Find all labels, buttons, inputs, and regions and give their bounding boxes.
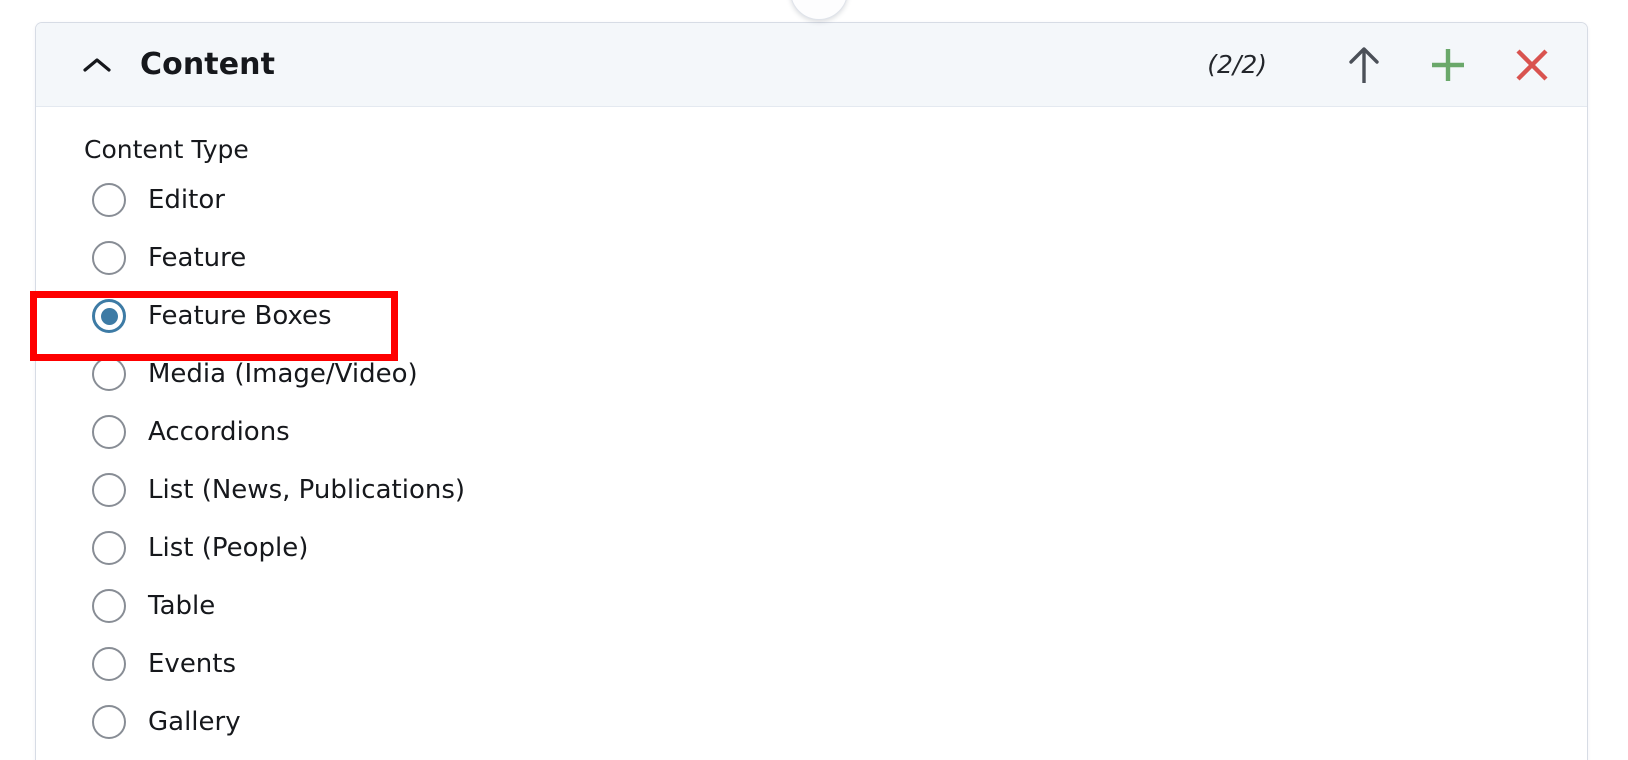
radio-option-label: Events bbox=[148, 649, 237, 679]
radio-icon bbox=[92, 589, 126, 623]
radio-option-media[interactable]: Media (Image/Video) bbox=[36, 345, 1587, 403]
radio-option-label: Feature Boxes bbox=[148, 301, 332, 331]
radio-option-label: List (News, Publications) bbox=[148, 475, 466, 505]
panel-title: Content bbox=[140, 47, 276, 82]
radio-option-label: List (People) bbox=[148, 533, 309, 563]
item-count-badge: (2/2) bbox=[1207, 50, 1267, 79]
plus-icon bbox=[1427, 44, 1469, 86]
screen-root: Content (2/2) Content Type Editor Featur… bbox=[0, 0, 1628, 760]
panel-header-actions: (2/2) bbox=[1207, 38, 1559, 92]
radio-option-events[interactable]: Events bbox=[36, 635, 1587, 693]
panel-header: Content (2/2) bbox=[36, 23, 1587, 107]
chevron-up-icon[interactable] bbox=[82, 50, 112, 80]
radio-selected-icon bbox=[92, 299, 126, 333]
close-x-icon bbox=[1511, 44, 1553, 86]
radio-icon bbox=[92, 473, 126, 507]
radio-option-list-people[interactable]: List (People) bbox=[36, 519, 1587, 577]
panel-body: Content Type Editor Feature Feature Boxe… bbox=[36, 107, 1587, 751]
content-type-radio-group: Editor Feature Feature Boxes Media (Imag… bbox=[36, 171, 1587, 751]
radio-option-feature[interactable]: Feature bbox=[36, 229, 1587, 287]
move-up-button[interactable] bbox=[1337, 38, 1391, 92]
radio-icon bbox=[92, 647, 126, 681]
content-type-label: Content Type bbox=[84, 135, 249, 164]
radio-option-feature-boxes[interactable]: Feature Boxes bbox=[36, 287, 1587, 345]
radio-option-table[interactable]: Table bbox=[36, 577, 1587, 635]
radio-icon bbox=[92, 415, 126, 449]
radio-option-list-news-publications[interactable]: List (News, Publications) bbox=[36, 461, 1587, 519]
radio-option-label: Table bbox=[148, 591, 216, 621]
arrow-up-icon bbox=[1347, 44, 1381, 86]
radio-option-label: Accordions bbox=[148, 417, 290, 447]
radio-icon bbox=[92, 705, 126, 739]
radio-icon bbox=[92, 241, 126, 275]
drag-handle-circle[interactable] bbox=[790, 0, 848, 20]
radio-icon bbox=[92, 531, 126, 565]
radio-option-label: Feature bbox=[148, 243, 247, 273]
radio-option-gallery[interactable]: Gallery bbox=[36, 693, 1587, 751]
radio-option-label: Media (Image/Video) bbox=[148, 359, 418, 389]
radio-option-label: Gallery bbox=[148, 707, 241, 737]
add-button[interactable] bbox=[1421, 38, 1475, 92]
remove-button[interactable] bbox=[1505, 38, 1559, 92]
radio-icon bbox=[92, 357, 126, 391]
radio-icon bbox=[92, 183, 126, 217]
radio-option-editor[interactable]: Editor bbox=[36, 171, 1587, 229]
radio-option-accordions[interactable]: Accordions bbox=[36, 403, 1587, 461]
radio-option-label: Editor bbox=[148, 185, 225, 215]
content-accordion-panel: Content (2/2) Content Type Editor Featur… bbox=[35, 22, 1588, 760]
